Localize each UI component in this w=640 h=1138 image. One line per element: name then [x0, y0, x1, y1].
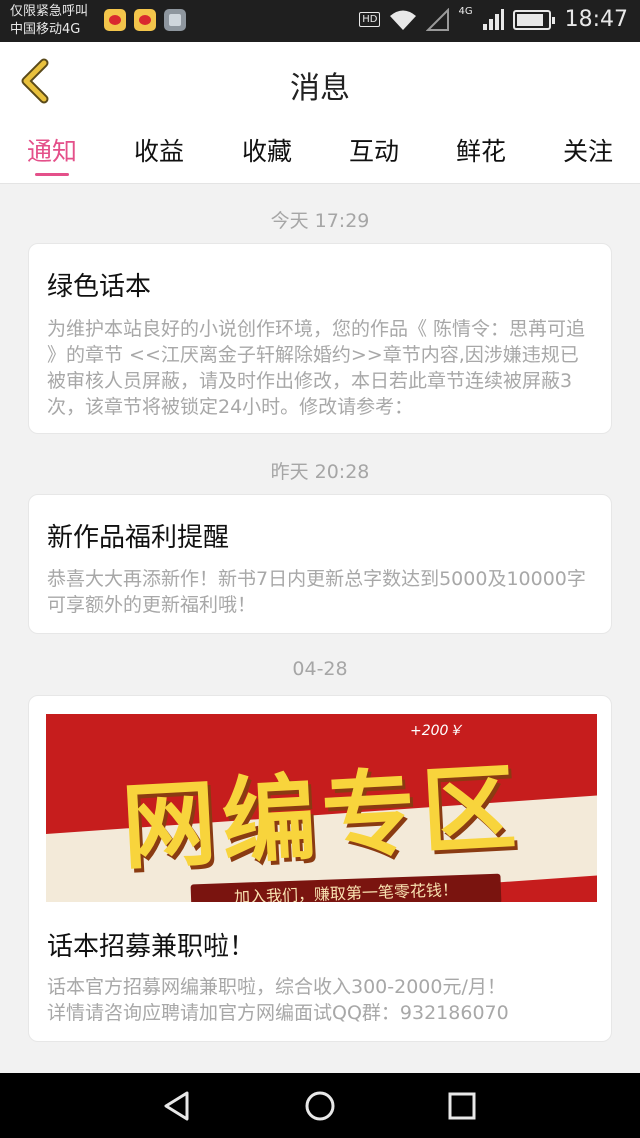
tab-flowers[interactable]: 鲜花: [441, 132, 521, 168]
message-body-line: 话本官方招募网编兼职啦，综合收入300-2000元/月！: [47, 976, 506, 998]
network-type: 4G: [458, 6, 473, 17]
tab-interactions[interactable]: 互动: [334, 132, 414, 168]
status-bar: 仅限紧急呼叫 中国移动4G HD 4G 18:47: [0, 0, 640, 42]
header: 消息: [0, 42, 640, 120]
message-card[interactable]: 网编专区 +200￥ 加入我们，赚取第一笔零花钱！ 话本招募兼职啦！ 话本官方招…: [28, 695, 612, 1042]
system-nav-bar: [0, 1073, 640, 1138]
message-title: 新作品福利提醒: [47, 523, 230, 553]
recruitment-banner[interactable]: 网编专区 +200￥ 加入我们，赚取第一笔零花钱！: [46, 714, 597, 902]
message-body: 恭喜大大再添新作！新书7日内更新总字数达到5000及10000字可享额外的更新福…: [47, 568, 586, 616]
message-card[interactable]: 新作品福利提醒 恭喜大大再添新作！新书7日内更新总字数达到5000及10000字…: [28, 494, 612, 634]
message-body-line: 详情请咨询应聘请加官方网编面试QQ群：932186070: [47, 1002, 509, 1024]
gallery-icon: [164, 9, 186, 31]
message-title: 绿色话本: [47, 272, 152, 302]
weibo-icon: [104, 9, 126, 31]
banner-bonus: +200￥: [410, 723, 463, 739]
nav-back-icon[interactable]: [160, 1089, 194, 1123]
clock: 18:47: [564, 7, 628, 32]
message-date: 昨天 20:28: [270, 461, 370, 483]
tab-following[interactable]: 关注: [548, 132, 628, 168]
banner-headline: 网编专区: [119, 753, 525, 884]
nav-recents-icon[interactable]: [445, 1089, 479, 1123]
message-date: 今天 17:29: [270, 210, 370, 232]
carrier-info: 仅限紧急呼叫 中国移动4G: [10, 3, 88, 39]
notification-icons: [104, 9, 186, 31]
signal-empty-icon: [426, 7, 450, 31]
tab-earnings[interactable]: 收益: [119, 132, 199, 168]
message-body: 为维护本站良好的小说创作环境，您的作品《 陈情令：思苒可追 》的章节 <<江厌离…: [47, 318, 586, 418]
tab-bar: 通知 收益 收藏 互动 鲜花 关注: [0, 120, 640, 184]
message-date: 04-28: [292, 658, 348, 680]
weibo-icon: [134, 9, 156, 31]
tab-favorites[interactable]: 收藏: [227, 132, 307, 168]
system-indicators: HD 4G 18:47: [359, 6, 628, 32]
emergency-only-text: 仅限紧急呼叫: [10, 4, 89, 19]
carrier-text: 中国移动4G: [10, 22, 81, 37]
wifi-icon: [390, 10, 417, 30]
nav-home-icon[interactable]: [303, 1089, 337, 1123]
active-tab-indicator: [35, 173, 69, 176]
page-title: 消息: [290, 71, 350, 106]
tab-notifications[interactable]: 通知: [12, 132, 92, 168]
message-body: 话本官方招募网编兼职啦，综合收入300-2000元/月！ 详情请咨询应聘请加官方…: [47, 974, 593, 1026]
message-title: 话本招募兼职啦！: [47, 932, 256, 962]
signal-icon: [482, 8, 504, 30]
message-card[interactable]: 绿色话本 为维护本站良好的小说创作环境，您的作品《 陈情令：思苒可追 》的章节 …: [28, 243, 612, 434]
hd-voice-badge: HD: [359, 12, 381, 27]
battery-icon: [512, 9, 555, 30]
